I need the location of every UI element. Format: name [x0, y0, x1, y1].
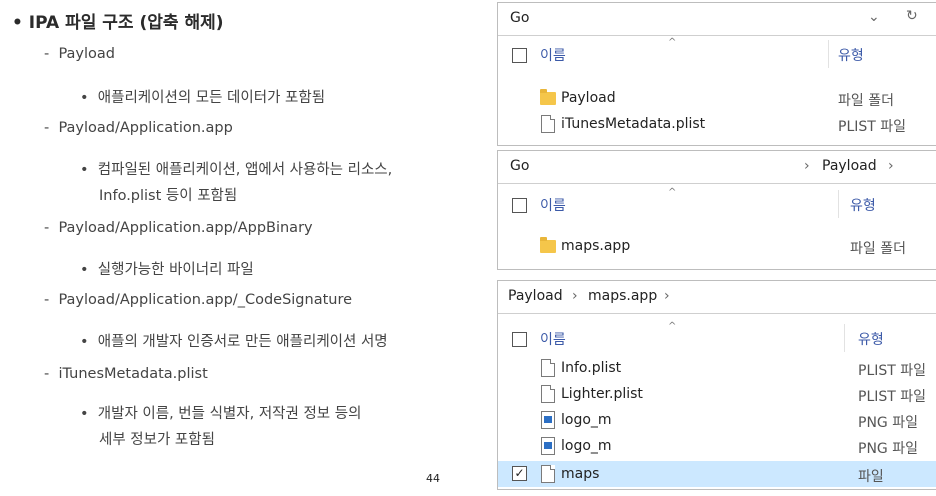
select-all-checkbox[interactable]: [512, 198, 527, 213]
file-icon: [541, 115, 555, 133]
bullet-dot: •: [12, 13, 29, 33]
item-desc-appbinary: • 실행가능한 바이너리 파일: [80, 262, 254, 278]
file-icon: [541, 359, 555, 377]
sort-ascending-icon: ^: [668, 37, 677, 48]
item-path-codesignature: - Payload/Application.app/_CodeSignature: [44, 292, 353, 308]
item-desc-application-app-2: Info.plist 등이 포함됨: [99, 188, 238, 204]
slide-title: • IPA 파일 구조 (압축 해제): [12, 8, 224, 33]
breadcrumb-maps-app[interactable]: maps.app: [588, 288, 657, 304]
folder-icon: [540, 89, 556, 105]
file-row-info-plist[interactable]: Info.plist PLIST 파일: [498, 357, 936, 381]
breadcrumb-go[interactable]: Go: [510, 158, 529, 174]
file-row-itunesmetadata[interactable]: iTunesMetadata.plist PLIST 파일: [498, 113, 936, 137]
item-path-application-app: - Payload/Application.app: [44, 120, 233, 136]
column-header: 이름 ^ 유형: [498, 314, 936, 352]
png-image-icon: [541, 411, 555, 429]
file-row-logo-1[interactable]: logo_m PNG 파일: [498, 409, 936, 433]
breadcrumb-separator-icon: ›: [804, 158, 810, 174]
breadcrumb-payload[interactable]: Payload: [508, 288, 563, 304]
file-row-maps-app[interactable]: maps.app 파일 폴더: [498, 235, 936, 259]
refresh-icon[interactable]: ↻: [906, 8, 918, 24]
file-row-logo-2[interactable]: logo_m PNG 파일: [498, 435, 936, 459]
address-bar[interactable]: Go ⌄ ↻: [498, 3, 936, 36]
page-number: 44: [426, 472, 440, 485]
address-bar[interactable]: Go › Payload ›: [498, 151, 936, 184]
column-header: 이름 ^ 유형: [498, 184, 936, 218]
breadcrumb-payload[interactable]: Payload: [822, 158, 877, 174]
slide-title-text: IPA 파일 구조 (압축 해제): [28, 13, 224, 33]
column-name-header[interactable]: 이름: [540, 195, 566, 215]
breadcrumb-separator-icon: ›: [572, 288, 578, 304]
chevron-down-icon[interactable]: ⌄: [868, 9, 880, 25]
file-row-payload[interactable]: Payload 파일 폴더: [498, 87, 936, 111]
column-divider[interactable]: [828, 40, 829, 68]
explorer-window-payload: Go › Payload › 이름 ^ 유형 maps.app 파일 폴더: [497, 150, 936, 270]
column-type-header[interactable]: 유형: [858, 329, 884, 349]
item-desc-payload: • 애플리케이션의 모든 데이터가 포함됨: [80, 90, 326, 106]
item-path-payload: - Payload: [44, 46, 116, 62]
sort-ascending-icon: ^: [668, 321, 677, 332]
folder-icon: [540, 237, 556, 253]
item-path-appbinary: - Payload/Application.app/AppBinary: [44, 220, 313, 236]
column-divider[interactable]: [838, 190, 839, 218]
select-all-checkbox[interactable]: [512, 48, 527, 63]
png-image-icon: [541, 437, 555, 455]
breadcrumb-go[interactable]: Go: [510, 10, 529, 26]
breadcrumb-separator-icon[interactable]: ›: [664, 288, 670, 304]
breadcrumb-separator-icon[interactable]: ›: [888, 158, 894, 174]
select-all-checkbox[interactable]: [512, 332, 527, 347]
explorer-window-root: Go ⌄ ↻ 이름 ^ 유형 Payload 파일 폴더 iTunesMetad…: [497, 2, 936, 146]
item-desc-itunesmetadata: • 개발자 이름, 번들 식별자, 저작권 정보 등의: [80, 406, 362, 422]
item-path-itunesmetadata: - iTunesMetadata.plist: [44, 366, 208, 382]
file-row-lighter-plist[interactable]: Lighter.plist PLIST 파일: [498, 383, 936, 407]
column-name-header[interactable]: 이름: [540, 329, 566, 349]
row-checkbox-checked[interactable]: ✓: [512, 466, 527, 481]
item-desc-application-app: • 컴파일된 애플리케이션, 앱에서 사용하는 리소스,: [80, 162, 393, 178]
column-header: 이름 ^ 유형: [498, 36, 936, 70]
file-icon: [541, 385, 555, 403]
column-type-header[interactable]: 유형: [838, 45, 864, 65]
column-name-header[interactable]: 이름: [540, 45, 566, 65]
column-divider[interactable]: [844, 324, 845, 352]
address-bar[interactable]: Payload › maps.app ›: [498, 281, 936, 314]
file-row-maps[interactable]: ✓ maps 파일: [498, 461, 936, 487]
item-desc-codesignature: • 애플의 개발자 인증서로 만든 애플리케이션 서명: [80, 334, 388, 350]
explorer-window-maps-app: Payload › maps.app › 이름 ^ 유형 Info.plist …: [497, 280, 936, 490]
column-type-header[interactable]: 유형: [850, 195, 876, 215]
item-desc-itunesmetadata-2: 세부 정보가 포함됨: [99, 432, 215, 448]
file-icon: [541, 465, 555, 483]
sort-ascending-icon: ^: [668, 187, 677, 198]
